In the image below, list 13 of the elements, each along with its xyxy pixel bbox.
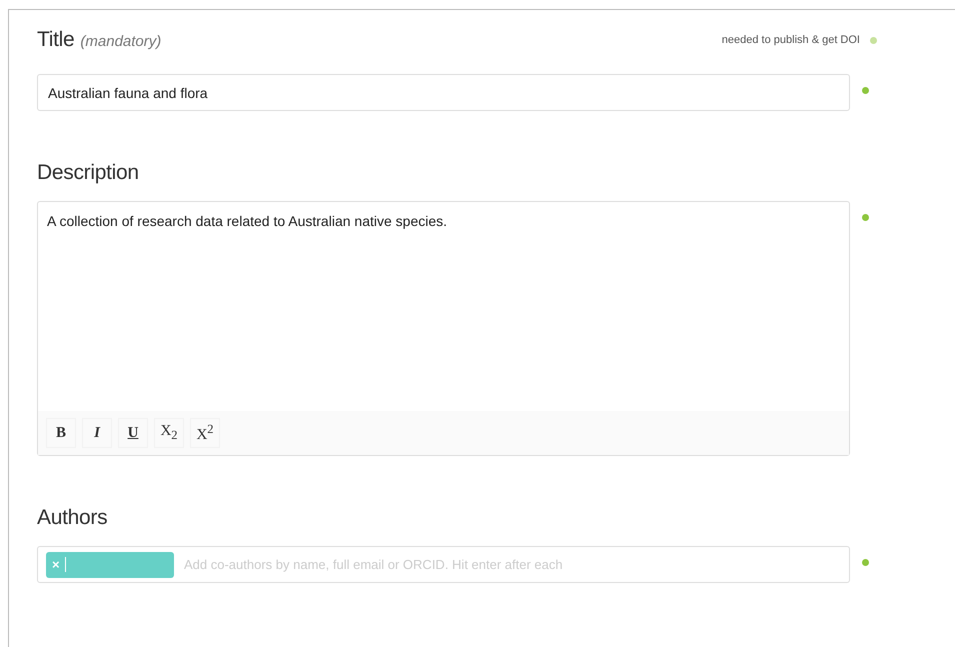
format-button[interactable]: I — [82, 418, 112, 448]
description-editor[interactable]: A collection of research data related to Australian native species. B I U X$_{2}$ X$^{2}$ — [37, 201, 850, 456]
format-button[interactable]: X$_{2}$ — [154, 418, 184, 448]
doi-legend: needed to publish & get DOI — [722, 34, 860, 46]
mandatory-hint: (mandatory) — [80, 33, 162, 50]
title-field[interactable]: Australian fauna and flora — [37, 74, 850, 111]
format-button[interactable]: B — [46, 418, 76, 448]
description-text: A collection of research data related to Australian native species. — [46, 212, 448, 231]
format-button[interactable]: X$^{2}$ — [190, 418, 220, 448]
format-button[interactable]: U — [118, 418, 148, 448]
title-label: Title — [37, 28, 74, 52]
authors-label: Authors — [37, 506, 108, 529]
description-label: Description — [37, 161, 139, 184]
